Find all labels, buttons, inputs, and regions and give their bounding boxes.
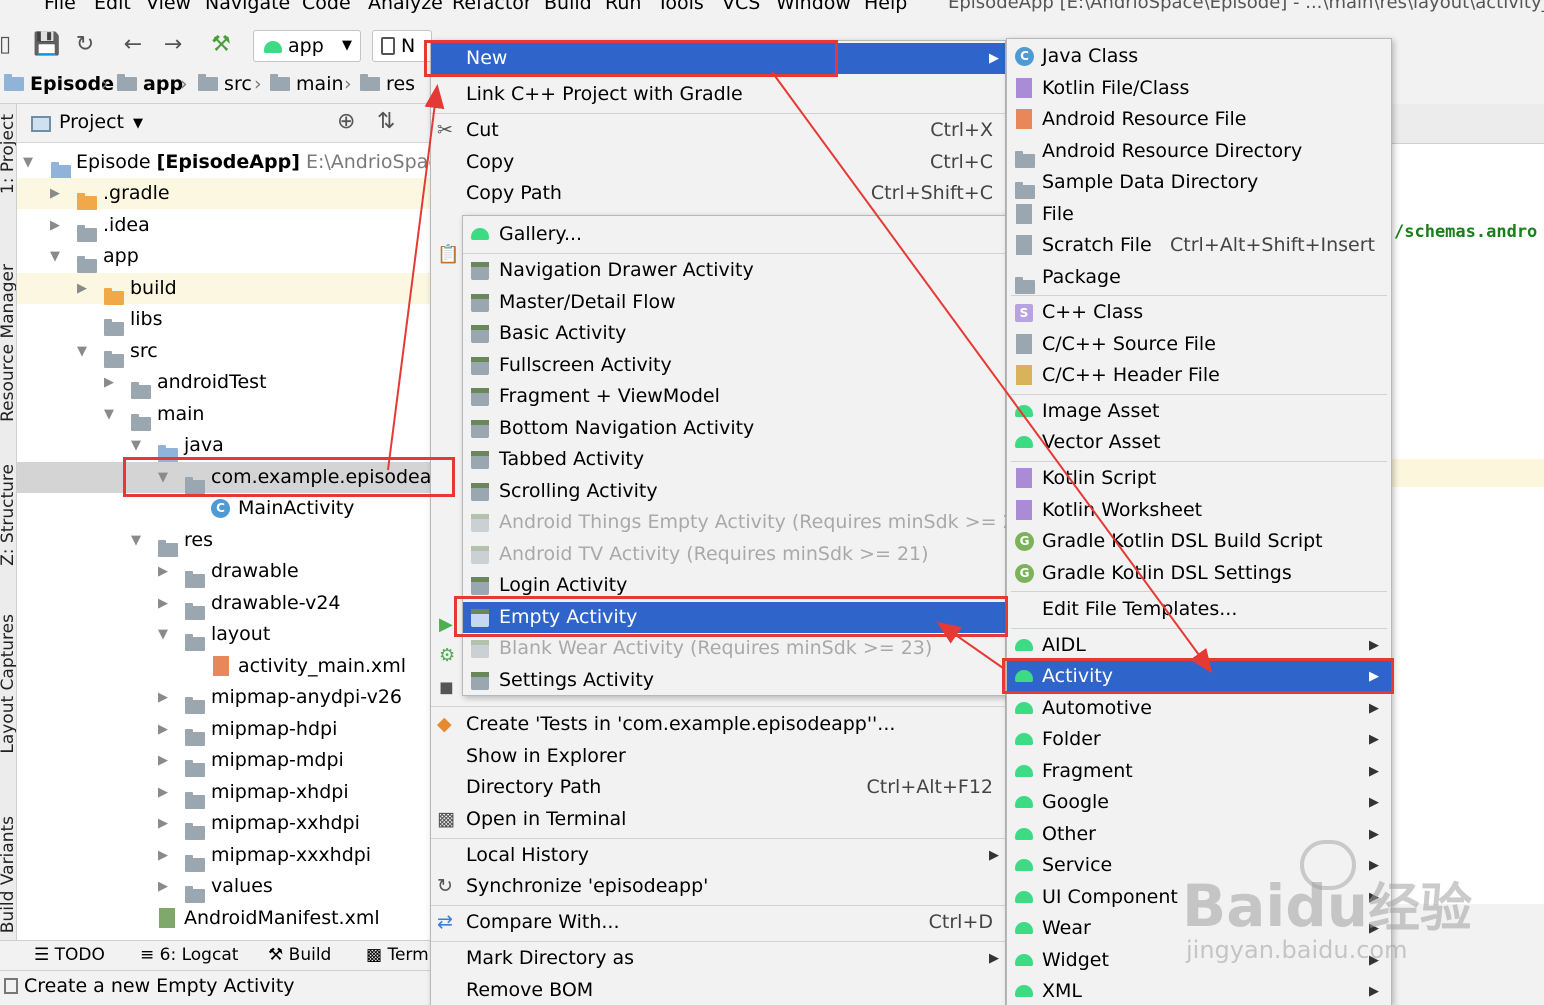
- annotation-arrows: [387, 71, 1213, 674]
- arrow-package-to-new: [387, 84, 445, 471]
- arrow-new-to-activity: [771, 71, 1213, 674]
- arrow-activity-to-empty: [936, 621, 1004, 669]
